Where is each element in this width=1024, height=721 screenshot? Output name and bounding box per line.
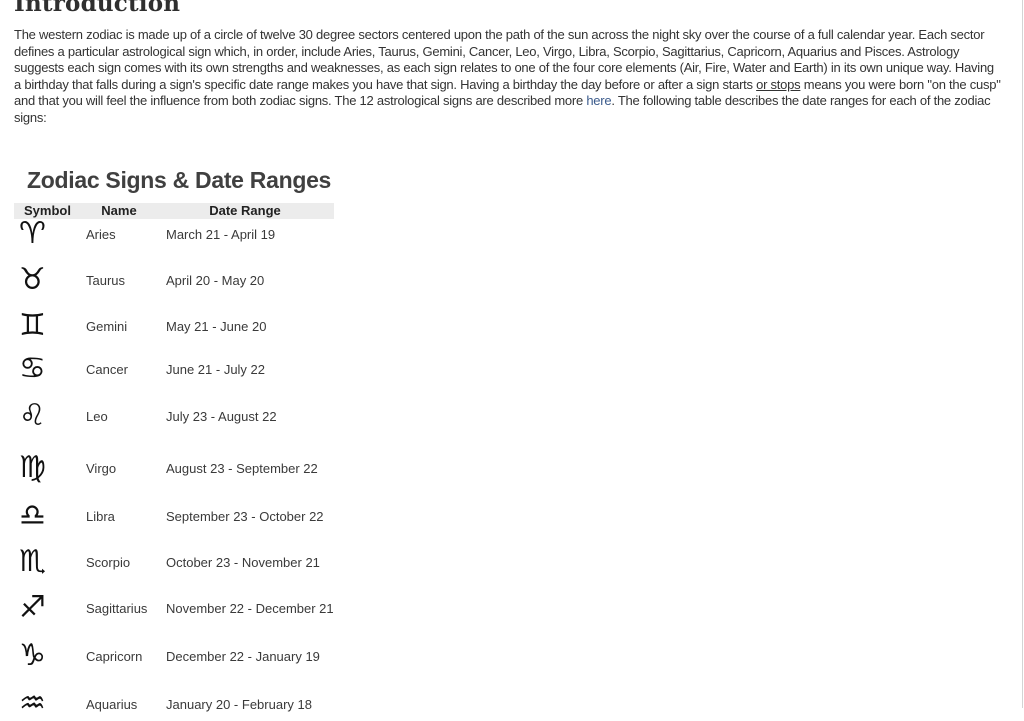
- date-range: September 23 - October 22: [166, 508, 324, 524]
- date-range: June 21 - July 22: [166, 361, 266, 377]
- table-row: ♎︎ Libra September 23 - October 22: [14, 501, 334, 531]
- sign-name: Gemini: [86, 318, 128, 334]
- sign-name: Sagittarius: [86, 600, 148, 616]
- table-header-row: Symbol Name Date Range: [14, 203, 334, 219]
- sign-name: Capricorn: [86, 648, 143, 664]
- date-range: May 21 - June 20: [166, 318, 267, 334]
- date-range: October 23 - November 21: [166, 554, 320, 570]
- date-range: August 23 - September 22: [166, 460, 318, 476]
- page-edge-divider: [1022, 0, 1023, 708]
- table-row: ♑︎ Capricorn December 22 - January 19: [14, 623, 334, 689]
- capricorn-icon: ♑︎: [19, 638, 46, 673]
- date-range: April 20 - May 20: [166, 272, 265, 288]
- table-row: ♉︎ Taurus April 20 - May 20: [14, 249, 334, 311]
- table-row: ♐︎ Sagittarius November 22 - December 21: [14, 593, 334, 623]
- zodiac-table: Symbol Name Date Range ♈︎ Aries March 21 -…: [14, 203, 334, 719]
- cancer-icon: ♋︎: [19, 351, 46, 386]
- date-range: March 21 - April 19: [166, 226, 276, 242]
- libra-icon: ♎︎: [19, 498, 46, 533]
- aries-icon: ♈︎: [19, 216, 46, 251]
- table-row: ♒︎ Aquarius January 20 - February 18: [14, 689, 334, 719]
- date-range: January 20 - February 18: [166, 696, 312, 712]
- table-row: ♈︎ Aries March 21 - April 19: [14, 219, 334, 249]
- intro-paragraph: The western zodiac is made up of a circl…: [14, 27, 1004, 126]
- table-row: ♊︎ Gemini May 21 - June 20: [14, 311, 334, 341]
- virgo-icon: ♍︎: [19, 450, 46, 485]
- sign-name: Leo: [86, 408, 108, 424]
- underlined-text: or stops: [756, 76, 801, 92]
- table-row: ♌︎ Leo July 23 - August 22: [14, 397, 334, 435]
- date-range: July 23 - August 22: [166, 408, 277, 424]
- table-row: ♋︎ Cancer June 21 - July 22: [14, 341, 334, 397]
- table-row: ♏︎ Scorpio October 23 - November 21: [14, 531, 334, 593]
- sign-name: Taurus: [86, 272, 126, 288]
- aquarius-icon: ♒︎: [19, 686, 46, 721]
- date-range: November 22 - December 21: [166, 600, 334, 616]
- taurus-icon: ♉︎: [19, 262, 46, 297]
- sign-name: Virgo: [86, 460, 117, 476]
- gemini-icon: ♊︎: [19, 308, 46, 343]
- scorpio-icon: ♏︎: [19, 544, 46, 579]
- sign-name: Aries: [86, 226, 116, 242]
- sign-name: Scorpio: [86, 554, 131, 570]
- zodiac-table-title: Zodiac Signs & Date Ranges: [27, 167, 332, 193]
- sign-name: Cancer: [86, 361, 128, 377]
- sign-name: Aquarius: [86, 696, 138, 712]
- header-name: Name: [101, 203, 137, 218]
- intro-heading: Introduction: [14, 0, 181, 17]
- date-range: December 22 - January 19: [166, 648, 320, 664]
- table-row: ♍︎ Virgo August 23 - September 22: [14, 435, 334, 501]
- leo-icon: ♌︎: [19, 398, 46, 433]
- header-date-range: Date Range: [209, 203, 281, 218]
- here-link[interactable]: here: [586, 93, 611, 108]
- sagittarius-icon: ♐︎: [19, 590, 46, 625]
- sign-name: Libra: [86, 508, 115, 524]
